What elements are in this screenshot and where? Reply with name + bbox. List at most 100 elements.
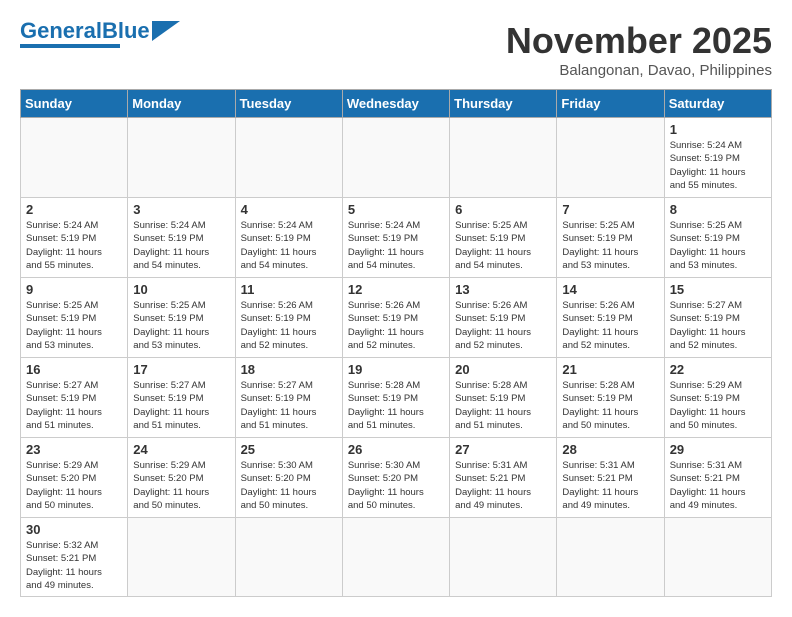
day-info: Sunrise: 5:26 AM Sunset: 5:19 PM Dayligh… [241,299,337,352]
day-info: Sunrise: 5:24 AM Sunset: 5:19 PM Dayligh… [26,219,122,272]
logo-text: GeneralBlue [20,20,150,42]
calendar-cell: 28 Sunrise: 5:31 AM Sunset: 5:21 PM Dayli… [557,438,664,518]
calendar-cell: 9 Sunrise: 5:25 AM Sunset: 5:19 PM Daylig… [21,278,128,358]
day-number: 14 [562,282,658,297]
calendar-week-row: 16Sunrise: 5:27 AM Sunset: 5:19 PM Dayli… [21,358,772,438]
calendar-cell [557,518,664,597]
day-number: 12 [348,282,444,297]
day-info: Sunrise: 5:24 AM Sunset: 5:19 PM Dayligh… [670,139,766,192]
day-number: 6 [455,202,551,217]
day-info: Sunrise: 5:25 AM Sunset: 5:19 PM Dayligh… [670,219,766,272]
day-number: 10 [133,282,229,297]
day-info: Sunrise: 5:25 AM Sunset: 5:19 PM Dayligh… [26,299,122,352]
day-info: Sunrise: 5:27 AM Sunset: 5:19 PM Dayligh… [241,379,337,432]
month-title: November 2025 [506,20,772,62]
calendar-cell: 8 Sunrise: 5:25 AM Sunset: 5:19 PM Daylig… [664,198,771,278]
weekday-header-saturday: Saturday [664,90,771,118]
calendar-week-row: 23Sunrise: 5:29 AM Sunset: 5:20 PM Dayli… [21,438,772,518]
day-info: Sunrise: 5:25 AM Sunset: 5:19 PM Dayligh… [133,299,229,352]
calendar-cell: 21 Sunrise: 5:28 AM Sunset: 5:19 PM Dayli… [557,358,664,438]
calendar-week-row: 2Sunrise: 5:24 AM Sunset: 5:19 PM Daylig… [21,198,772,278]
logo: GeneralBlue [20,20,180,48]
day-info: Sunrise: 5:31 AM Sunset: 5:21 PM Dayligh… [562,459,658,512]
day-number: 9 [26,282,122,297]
calendar-cell [450,118,557,198]
day-number: 8 [670,202,766,217]
calendar-cell: 16Sunrise: 5:27 AM Sunset: 5:19 PM Dayli… [21,358,128,438]
day-info: Sunrise: 5:27 AM Sunset: 5:19 PM Dayligh… [670,299,766,352]
calendar-week-row: 1 Sunrise: 5:24 AM Sunset: 5:19 PM Daylig… [21,118,772,198]
day-info: Sunrise: 5:24 AM Sunset: 5:19 PM Dayligh… [241,219,337,272]
day-number: 5 [348,202,444,217]
day-info: Sunrise: 5:25 AM Sunset: 5:19 PM Dayligh… [562,219,658,272]
day-number: 4 [241,202,337,217]
day-info: Sunrise: 5:30 AM Sunset: 5:20 PM Dayligh… [348,459,444,512]
calendar-cell: 2Sunrise: 5:24 AM Sunset: 5:19 PM Daylig… [21,198,128,278]
day-number: 26 [348,442,444,457]
day-number: 24 [133,442,229,457]
calendar-cell [128,518,235,597]
day-info: Sunrise: 5:25 AM Sunset: 5:19 PM Dayligh… [455,219,551,272]
calendar-cell: 12Sunrise: 5:26 AM Sunset: 5:19 PM Dayli… [342,278,449,358]
weekday-header-friday: Friday [557,90,664,118]
day-info: Sunrise: 5:28 AM Sunset: 5:19 PM Dayligh… [455,379,551,432]
calendar-cell: 27 Sunrise: 5:31 AM Sunset: 5:21 PM Dayli… [450,438,557,518]
day-number: 21 [562,362,658,377]
calendar-cell: 22 Sunrise: 5:29 AM Sunset: 5:19 PM Dayli… [664,358,771,438]
day-number: 15 [670,282,766,297]
calendar-cell: 14Sunrise: 5:26 AM Sunset: 5:19 PM Dayli… [557,278,664,358]
day-number: 22 [670,362,766,377]
day-info: Sunrise: 5:29 AM Sunset: 5:20 PM Dayligh… [26,459,122,512]
day-info: Sunrise: 5:29 AM Sunset: 5:19 PM Dayligh… [670,379,766,432]
calendar-cell: 26 Sunrise: 5:30 AM Sunset: 5:20 PM Dayli… [342,438,449,518]
day-number: 13 [455,282,551,297]
day-number: 1 [670,122,766,137]
day-number: 11 [241,282,337,297]
calendar-cell: 17 Sunrise: 5:27 AM Sunset: 5:19 PM Dayli… [128,358,235,438]
calendar-cell [235,518,342,597]
day-number: 25 [241,442,337,457]
logo-general: General [20,18,102,43]
day-info: Sunrise: 5:27 AM Sunset: 5:19 PM Dayligh… [133,379,229,432]
day-number: 30 [26,522,122,537]
day-info: Sunrise: 5:24 AM Sunset: 5:19 PM Dayligh… [133,219,229,272]
logo-triangle-icon [152,21,180,41]
calendar-cell: 3Sunrise: 5:24 AM Sunset: 5:19 PM Daylig… [128,198,235,278]
calendar-cell: 5 Sunrise: 5:24 AM Sunset: 5:19 PM Daylig… [342,198,449,278]
day-number: 28 [562,442,658,457]
calendar-cell [664,518,771,597]
day-info: Sunrise: 5:31 AM Sunset: 5:21 PM Dayligh… [455,459,551,512]
calendar-cell: 24 Sunrise: 5:29 AM Sunset: 5:20 PM Dayli… [128,438,235,518]
page-header: GeneralBlue November 2025 Balangonan, Da… [20,20,772,79]
calendar-cell: 23Sunrise: 5:29 AM Sunset: 5:20 PM Dayli… [21,438,128,518]
calendar-cell: 11 Sunrise: 5:26 AM Sunset: 5:19 PM Dayli… [235,278,342,358]
day-info: Sunrise: 5:24 AM Sunset: 5:19 PM Dayligh… [348,219,444,272]
weekday-header-monday: Monday [128,90,235,118]
calendar-table: SundayMondayTuesdayWednesdayThursdayFrid… [20,89,772,597]
weekday-header-thursday: Thursday [450,90,557,118]
calendar-cell: 15 Sunrise: 5:27 AM Sunset: 5:19 PM Dayli… [664,278,771,358]
day-info: Sunrise: 5:28 AM Sunset: 5:19 PM Dayligh… [562,379,658,432]
day-number: 29 [670,442,766,457]
day-number: 7 [562,202,658,217]
calendar-cell: 30Sunrise: 5:32 AM Sunset: 5:21 PM Dayli… [21,518,128,597]
calendar-cell [128,118,235,198]
calendar-cell: 18Sunrise: 5:27 AM Sunset: 5:19 PM Dayli… [235,358,342,438]
calendar-cell: 13Sunrise: 5:26 AM Sunset: 5:19 PM Dayli… [450,278,557,358]
calendar-cell: 10 Sunrise: 5:25 AM Sunset: 5:19 PM Dayli… [128,278,235,358]
weekday-header-row: SundayMondayTuesdayWednesdayThursdayFrid… [21,90,772,118]
day-info: Sunrise: 5:31 AM Sunset: 5:21 PM Dayligh… [670,459,766,512]
day-info: Sunrise: 5:27 AM Sunset: 5:19 PM Dayligh… [26,379,122,432]
day-info: Sunrise: 5:30 AM Sunset: 5:20 PM Dayligh… [241,459,337,512]
calendar-week-row: 9 Sunrise: 5:25 AM Sunset: 5:19 PM Daylig… [21,278,772,358]
calendar-cell [450,518,557,597]
day-info: Sunrise: 5:29 AM Sunset: 5:20 PM Dayligh… [133,459,229,512]
logo-underline [20,44,120,48]
day-number: 19 [348,362,444,377]
day-number: 17 [133,362,229,377]
day-number: 27 [455,442,551,457]
calendar-cell [557,118,664,198]
calendar-cell [235,118,342,198]
calendar-cell: 20Sunrise: 5:28 AM Sunset: 5:19 PM Dayli… [450,358,557,438]
calendar-cell: 1 Sunrise: 5:24 AM Sunset: 5:19 PM Daylig… [664,118,771,198]
